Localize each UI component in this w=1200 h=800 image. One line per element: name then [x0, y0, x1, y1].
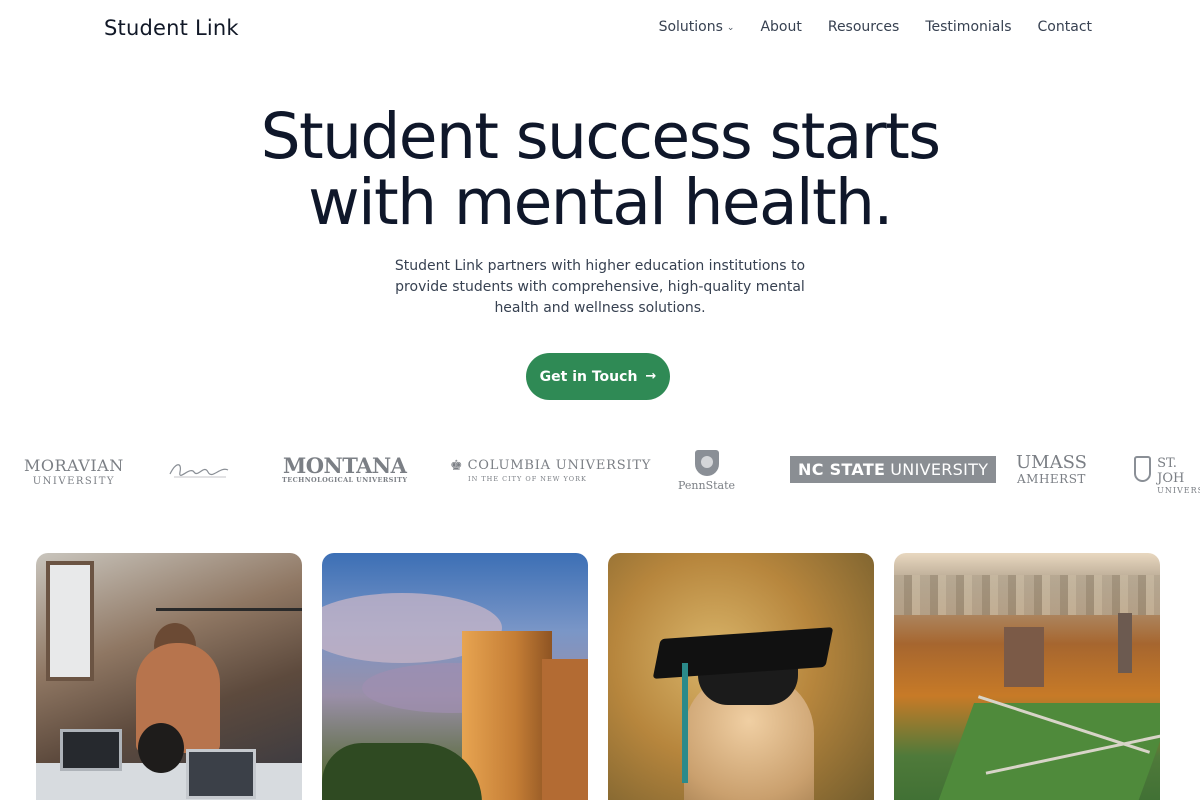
- cta-label: Get in Touch: [539, 368, 638, 385]
- shield-icon: [694, 450, 719, 476]
- umass-amherst-logo: UMASS AMHERST: [1016, 452, 1087, 487]
- nav-item-label: Solutions: [658, 19, 723, 35]
- hero-subtitle: Student Link partners with higher educat…: [394, 258, 806, 316]
- site-header: Student Link Solutions ⌄ About Resources…: [0, 0, 1200, 58]
- logo-subtext: UNIVERSITY: [32, 476, 115, 487]
- st-johns-university-logo: ST. JOH UNIVERS: [1134, 456, 1200, 495]
- penn-state-logo: PennState: [678, 450, 735, 492]
- logo-subtext: AMHERST: [1017, 472, 1086, 486]
- logo-text: MORAVIAN: [24, 456, 124, 475]
- chevron-down-icon: ⌄: [726, 23, 735, 33]
- arrow-right-icon: →: [645, 369, 657, 384]
- main-nav: Solutions ⌄ About Resources Testimonials…: [659, 19, 1092, 35]
- nav-item-testimonials[interactable]: Testimonials: [925, 19, 1011, 35]
- logo-text: MONTANA: [282, 453, 407, 478]
- crest-icon: [1134, 456, 1152, 482]
- nav-item-solutions[interactable]: Solutions ⌄: [659, 19, 735, 35]
- moravian-university-logo: MORAVIAN UNIVERSITY: [24, 456, 124, 487]
- campus-aerial-photo: [894, 553, 1160, 800]
- campus-building-photo: [322, 553, 588, 800]
- nc-state-logo: NC STATE UNIVERSITY: [790, 456, 997, 483]
- columbia-university-logo: ♚ COLUMBIA UNIVERSITY IN THE CITY OF NEW…: [450, 458, 651, 483]
- signature-logo-icon: [169, 464, 229, 478]
- montana-tech-logo: MONTANA TECHNOLOGICAL UNIVERSITY: [282, 453, 408, 484]
- logo-text: PennState: [678, 479, 736, 492]
- nav-item-resources[interactable]: Resources: [828, 19, 900, 35]
- crown-icon: ♚: [450, 457, 463, 474]
- logo-text: UNIVERSITY: [890, 460, 989, 479]
- photo-gallery: [0, 553, 1200, 800]
- logo-text: ST. JOH: [1157, 456, 1185, 486]
- logo-text: COLUMBIA UNIVERSITY: [467, 458, 652, 473]
- students-working-photo: [36, 553, 302, 800]
- brand-logo[interactable]: Student Link: [104, 16, 239, 40]
- partner-logos: MORAVIAN UNIVERSITY MONTANA TECHNOLOGICA…: [0, 440, 1200, 500]
- hero-title: Student success starts with mental healt…: [0, 104, 1200, 236]
- nav-item-about[interactable]: About: [760, 19, 801, 35]
- graduate-cap-photo: [608, 553, 874, 800]
- logo-subtext: UNIVERS: [1157, 486, 1200, 495]
- script-wordmark-logo: [168, 460, 230, 484]
- nav-item-contact[interactable]: Contact: [1038, 19, 1092, 35]
- logo-text: UMASS: [1016, 452, 1087, 473]
- get-in-touch-button[interactable]: Get in Touch →: [526, 353, 670, 400]
- hero-title-line1: Student success starts: [260, 100, 941, 173]
- hero-title-line2: with mental health.: [308, 166, 893, 239]
- logo-subtext: IN THE CITY OF NEW YORK: [468, 475, 587, 483]
- logo-subtext: TECHNOLOGICAL UNIVERSITY: [282, 476, 408, 484]
- logo-text-bold: NC STATE: [798, 460, 886, 479]
